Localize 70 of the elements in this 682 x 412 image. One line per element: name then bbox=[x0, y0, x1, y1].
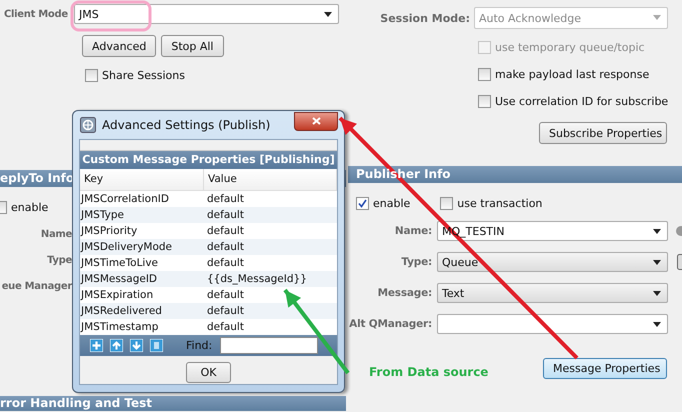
checkbox-label: make payload last response bbox=[495, 68, 650, 81]
field-label: Type: bbox=[400, 256, 432, 268]
table-cell-text: JMSCorrelationID bbox=[80, 192, 170, 207]
dialog-title: Advanced Settings (Publish) bbox=[102, 118, 272, 132]
checkbox-label: Use correlation ID for subscribe bbox=[495, 95, 668, 108]
dropdown-field[interactable]: Queue bbox=[437, 252, 668, 272]
checkbox-label: Share Sessions bbox=[102, 69, 185, 82]
dropdown-field[interactable]: Text bbox=[437, 283, 668, 303]
table-cell-text: JMSExpiration bbox=[80, 288, 154, 303]
field-label: Alt QManager: bbox=[348, 318, 432, 330]
table-cell-text: JMSTimestamp bbox=[80, 320, 160, 335]
message-properties-button[interactable]: Message Properties bbox=[543, 358, 667, 379]
section-header: rror Handling and Test bbox=[0, 396, 346, 411]
caret-icon bbox=[324, 12, 332, 17]
table-cell-text: default bbox=[206, 256, 245, 271]
table-cell-text: default bbox=[206, 208, 245, 223]
caret-icon bbox=[653, 291, 661, 296]
field-label: eue Manager bbox=[0, 281, 72, 292]
toolbar-button[interactable]: Stop All bbox=[161, 35, 224, 57]
checkbox-label: use temporary queue/topic bbox=[495, 41, 645, 54]
checkbox[interactable] bbox=[440, 197, 454, 210]
table-cell-text: default bbox=[206, 240, 245, 255]
add-icon[interactable] bbox=[90, 339, 103, 352]
share-sessions-checkbox[interactable]: Share Sessions bbox=[85, 69, 185, 82]
checkbox[interactable] bbox=[478, 68, 491, 81]
checkbox[interactable] bbox=[85, 69, 98, 82]
dropdown-field[interactable] bbox=[437, 314, 668, 334]
caret-icon bbox=[653, 260, 661, 265]
checkbox[interactable] bbox=[478, 95, 491, 108]
field-label: Name: bbox=[394, 225, 432, 237]
field-label: Message: bbox=[376, 287, 432, 299]
find-label: Find: bbox=[186, 339, 212, 352]
table-cell-text: default bbox=[206, 304, 245, 319]
table-cell-text: JMSType bbox=[80, 208, 125, 223]
trash-icon[interactable] bbox=[150, 339, 163, 352]
table-cell-text: JMSPriority bbox=[80, 224, 138, 239]
checkbox-label: enable bbox=[373, 197, 410, 210]
caret-icon bbox=[653, 229, 661, 234]
table-cell-text: JMSTimeToLive bbox=[80, 256, 160, 271]
caret-icon bbox=[653, 15, 661, 20]
table-cell-text: default bbox=[206, 288, 245, 303]
ok-button[interactable]: OK bbox=[186, 362, 231, 383]
checkbox-label: enable bbox=[11, 201, 48, 214]
table-cell-text: {{ds_MessageId}} bbox=[206, 272, 308, 287]
caret-icon bbox=[653, 322, 661, 327]
column-header: Key bbox=[80, 169, 204, 190]
annotation-label: From Data source bbox=[369, 365, 488, 379]
table-cell-text: JMSMessageID bbox=[80, 272, 158, 287]
table-heading: Custom Message Properties [Publishing] bbox=[80, 151, 337, 169]
field-label: Name bbox=[40, 229, 72, 240]
column-header: Value bbox=[204, 169, 337, 190]
table-cell-text: default bbox=[206, 224, 245, 239]
arrow-down-icon[interactable] bbox=[130, 339, 143, 352]
checkbox[interactable] bbox=[356, 197, 369, 210]
table-cell-text: default bbox=[206, 320, 245, 335]
checkbox-label: use transaction bbox=[457, 197, 542, 210]
field-label: Session Mode: bbox=[379, 12, 470, 24]
table-cell-text: default bbox=[206, 192, 245, 207]
field-label: Type bbox=[46, 255, 72, 266]
table-cell-text: JMSRedelivered bbox=[80, 304, 163, 319]
close-button[interactable] bbox=[294, 112, 338, 130]
subscribe-properties-button[interactable]: Subscribe Properties bbox=[539, 122, 667, 144]
find-input[interactable] bbox=[220, 337, 318, 354]
close-icon bbox=[312, 117, 320, 125]
app-icon bbox=[80, 117, 96, 133]
field-label: Client Mode bbox=[3, 8, 69, 20]
table-cell-text: JMSDeliveryMode bbox=[80, 240, 174, 255]
client-mode-dropdown[interactable]: JMS bbox=[74, 4, 339, 24]
toolbar-button[interactable]: Advanced bbox=[82, 35, 156, 57]
arrow-up-icon[interactable] bbox=[110, 339, 123, 352]
